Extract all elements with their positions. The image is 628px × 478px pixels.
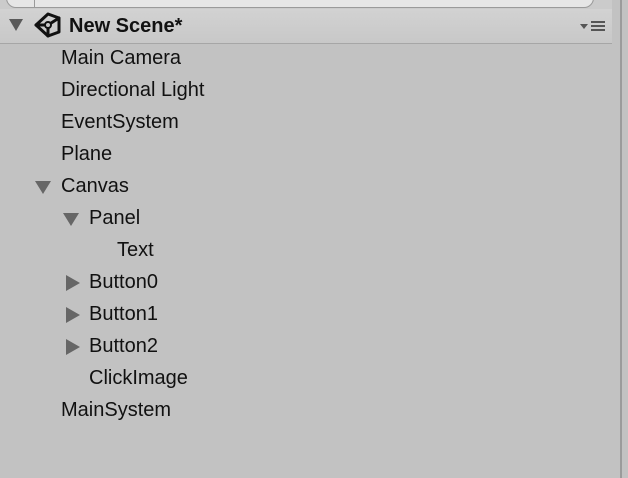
toolbar-divider bbox=[34, 0, 35, 8]
context-menu-icon[interactable] bbox=[578, 18, 608, 34]
unity-logo-icon bbox=[34, 12, 61, 38]
search-bar-area bbox=[0, 0, 628, 9]
hierarchy-item-button2[interactable]: Button2 bbox=[64, 330, 158, 362]
triangle-right-icon[interactable] bbox=[66, 339, 80, 355]
scene-header[interactable]: New Scene* bbox=[0, 9, 612, 44]
hierarchy-item-mainsystem[interactable]: MainSystem bbox=[61, 394, 171, 426]
scene-foldout-triangle-icon[interactable] bbox=[9, 19, 23, 31]
hierarchy-item-label: Panel bbox=[89, 207, 141, 229]
hierarchy-item-label: Directional Light bbox=[61, 79, 205, 101]
hierarchy-item-label: EventSystem bbox=[61, 111, 179, 133]
hierarchy-item-label: MainSystem bbox=[61, 399, 172, 421]
hierarchy-item-directional-light[interactable]: Directional Light bbox=[61, 74, 204, 106]
hierarchy-item-button1[interactable]: Button1 bbox=[64, 298, 158, 330]
scene-title: New Scene* bbox=[69, 15, 183, 37]
hierarchy-item-label: ClickImage bbox=[89, 367, 188, 389]
hierarchy-item-text[interactable]: Text bbox=[117, 234, 154, 266]
hierarchy-item-label: Canvas bbox=[61, 175, 129, 197]
hierarchy-item-panel[interactable]: Panel bbox=[62, 202, 140, 234]
triangle-right-icon[interactable] bbox=[66, 307, 80, 323]
hierarchy-item-main-camera[interactable]: Main Camera bbox=[61, 42, 181, 74]
hierarchy-item-label: Button1 bbox=[89, 303, 158, 325]
hierarchy-item-label: Text bbox=[117, 239, 154, 261]
hierarchy-item-eventsystem[interactable]: EventSystem bbox=[61, 106, 179, 138]
hierarchy-item-label: Button0 bbox=[89, 271, 158, 293]
hierarchy-item-clickimage[interactable]: ClickImage bbox=[89, 362, 188, 394]
hierarchy-item-label: Main Camera bbox=[61, 47, 182, 69]
hierarchy-item-label: Plane bbox=[61, 143, 113, 165]
hierarchy-item-canvas[interactable]: Canvas bbox=[34, 170, 129, 202]
triangle-right-icon[interactable] bbox=[66, 275, 80, 291]
panel-border bbox=[620, 0, 622, 478]
search-field[interactable] bbox=[6, 0, 594, 8]
triangle-down-icon[interactable] bbox=[35, 181, 51, 194]
hierarchy-item-button0[interactable]: Button0 bbox=[64, 266, 158, 298]
hierarchy-item-label: Button2 bbox=[89, 335, 158, 357]
triangle-down-icon[interactable] bbox=[63, 213, 79, 226]
hierarchy-item-plane[interactable]: Plane bbox=[61, 138, 112, 170]
